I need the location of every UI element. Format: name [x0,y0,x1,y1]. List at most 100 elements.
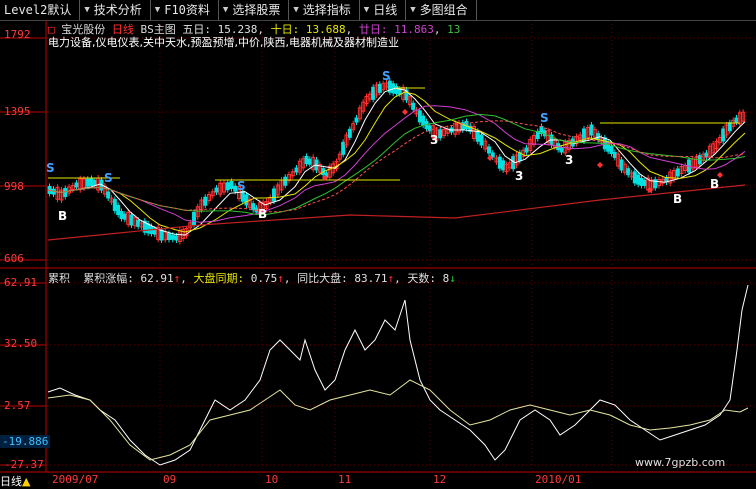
price-label-top: 1792 [4,28,31,41]
price-label-3: 998 [4,180,24,193]
extra-value: 13 [447,23,461,36]
buy-signal-label: B [258,207,267,221]
candle-body [727,122,732,132]
candle-body [642,180,647,186]
candle-body [417,110,422,123]
buy-signal-label: B [673,192,682,206]
buy-signal-label: B [58,209,67,223]
diamond-marker [402,109,408,115]
sell-signal-label: S [540,111,549,125]
candle-body [524,147,529,153]
date-label-1: 2009/07 [52,473,99,486]
candle-body [411,102,416,110]
candle-body [74,182,79,188]
signal-3-label: 3 [430,133,438,147]
candle-body [159,229,164,241]
diamond-marker [597,162,603,168]
buy-signal-label: B [710,177,719,191]
ma30-line [47,113,746,216]
candle-body [63,188,68,197]
candle-body [192,212,196,225]
signal-3-label: 3 [565,153,573,167]
candle-body [119,211,124,219]
candle-body [341,141,346,155]
candle-body [639,178,644,186]
candle-body [675,168,680,177]
up-arrow-icon: ↑ [387,272,395,285]
vs-label: 同比大盘: [297,272,348,285]
sell-signal-label: S [382,69,391,83]
candle-body [535,131,540,139]
market-value: 0.75 [250,272,278,285]
candle-body [609,146,614,154]
up-arrow-icon: ↑ [173,272,181,285]
triangle-icon: ▲ [22,475,31,488]
candle-body [602,137,607,150]
candle-body [251,203,256,211]
candle-body [589,124,594,136]
ind-label-bottom: -27.37 [4,458,44,471]
sell-signal-label: S [46,161,55,175]
candle-body [203,196,208,206]
candle-body [136,219,141,227]
candle-body [475,130,480,142]
indicator-name[interactable]: 累积 [48,272,70,285]
candle-body [229,181,234,189]
candle-body [721,128,726,142]
candle-body [106,191,111,199]
date-label-3: 10 [265,473,279,486]
ind-label-top: 62.91 [4,276,38,289]
date-label-6: 2010/01 [535,473,582,486]
sell-signal-label: S [237,179,246,193]
candle-body [377,83,382,93]
candle-body [85,178,90,187]
date-label-5: 12 [433,473,447,486]
rise-value: 62.91 [140,272,174,285]
candle-body [174,235,179,241]
candle-body [122,213,127,220]
candle-body [497,156,502,169]
down-arrow-icon: ↓ [449,272,456,285]
candle-body [559,147,564,153]
candle-body [619,159,624,171]
candle-body [244,194,249,206]
rise-label: 累积涨幅: [83,272,134,285]
candle-body [397,88,402,95]
candle-body [421,115,426,126]
indicator-header: 累积 累积涨幅: 62.91↑, 大盘同期: 0.75↑, 同比大盘: 83.7… [48,272,456,285]
candle-body [438,129,443,139]
candle-body [304,156,309,164]
date-label-4: 11 [338,473,352,486]
days-label: 天数: [407,272,436,285]
sell-signal-label: S [104,171,113,185]
up-arrow-icon: ↑ [277,272,284,285]
candle-body [734,117,739,123]
stock-description: 电力设备,仪电仪表,关中天水,预盈预增,中价,陕西,电器机械及器材制造业 [48,36,399,49]
signal-3-label: 3 [515,169,523,183]
candle-body [170,234,175,240]
candle-body [116,205,121,215]
ind-label-3: 2.57 [4,399,31,412]
candle-body [636,174,641,185]
ind-label-cursor: -19.886 [0,435,51,448]
candle-body [371,86,376,100]
cumulative-rise-line [47,284,749,466]
candle-body [487,146,491,154]
candle-body [225,182,230,191]
candle-body [283,176,288,186]
candle-body [626,168,631,176]
candle-body [146,223,151,234]
candle-body [632,171,637,184]
date-label-2: 09 [163,473,177,486]
candle-body [479,134,484,146]
ma10-line [47,91,746,233]
market-label: 大盘同期: [193,272,245,285]
candle-body [294,167,299,173]
candle-body [464,121,469,129]
candle-body [354,117,359,123]
kline-chart[interactable]: SSSSSB BBB333 [0,0,756,487]
candle-body [112,199,117,211]
ma-dashed-line [47,120,746,213]
candle-body [167,233,171,240]
watermark: www.7gpzb.com [635,456,726,469]
